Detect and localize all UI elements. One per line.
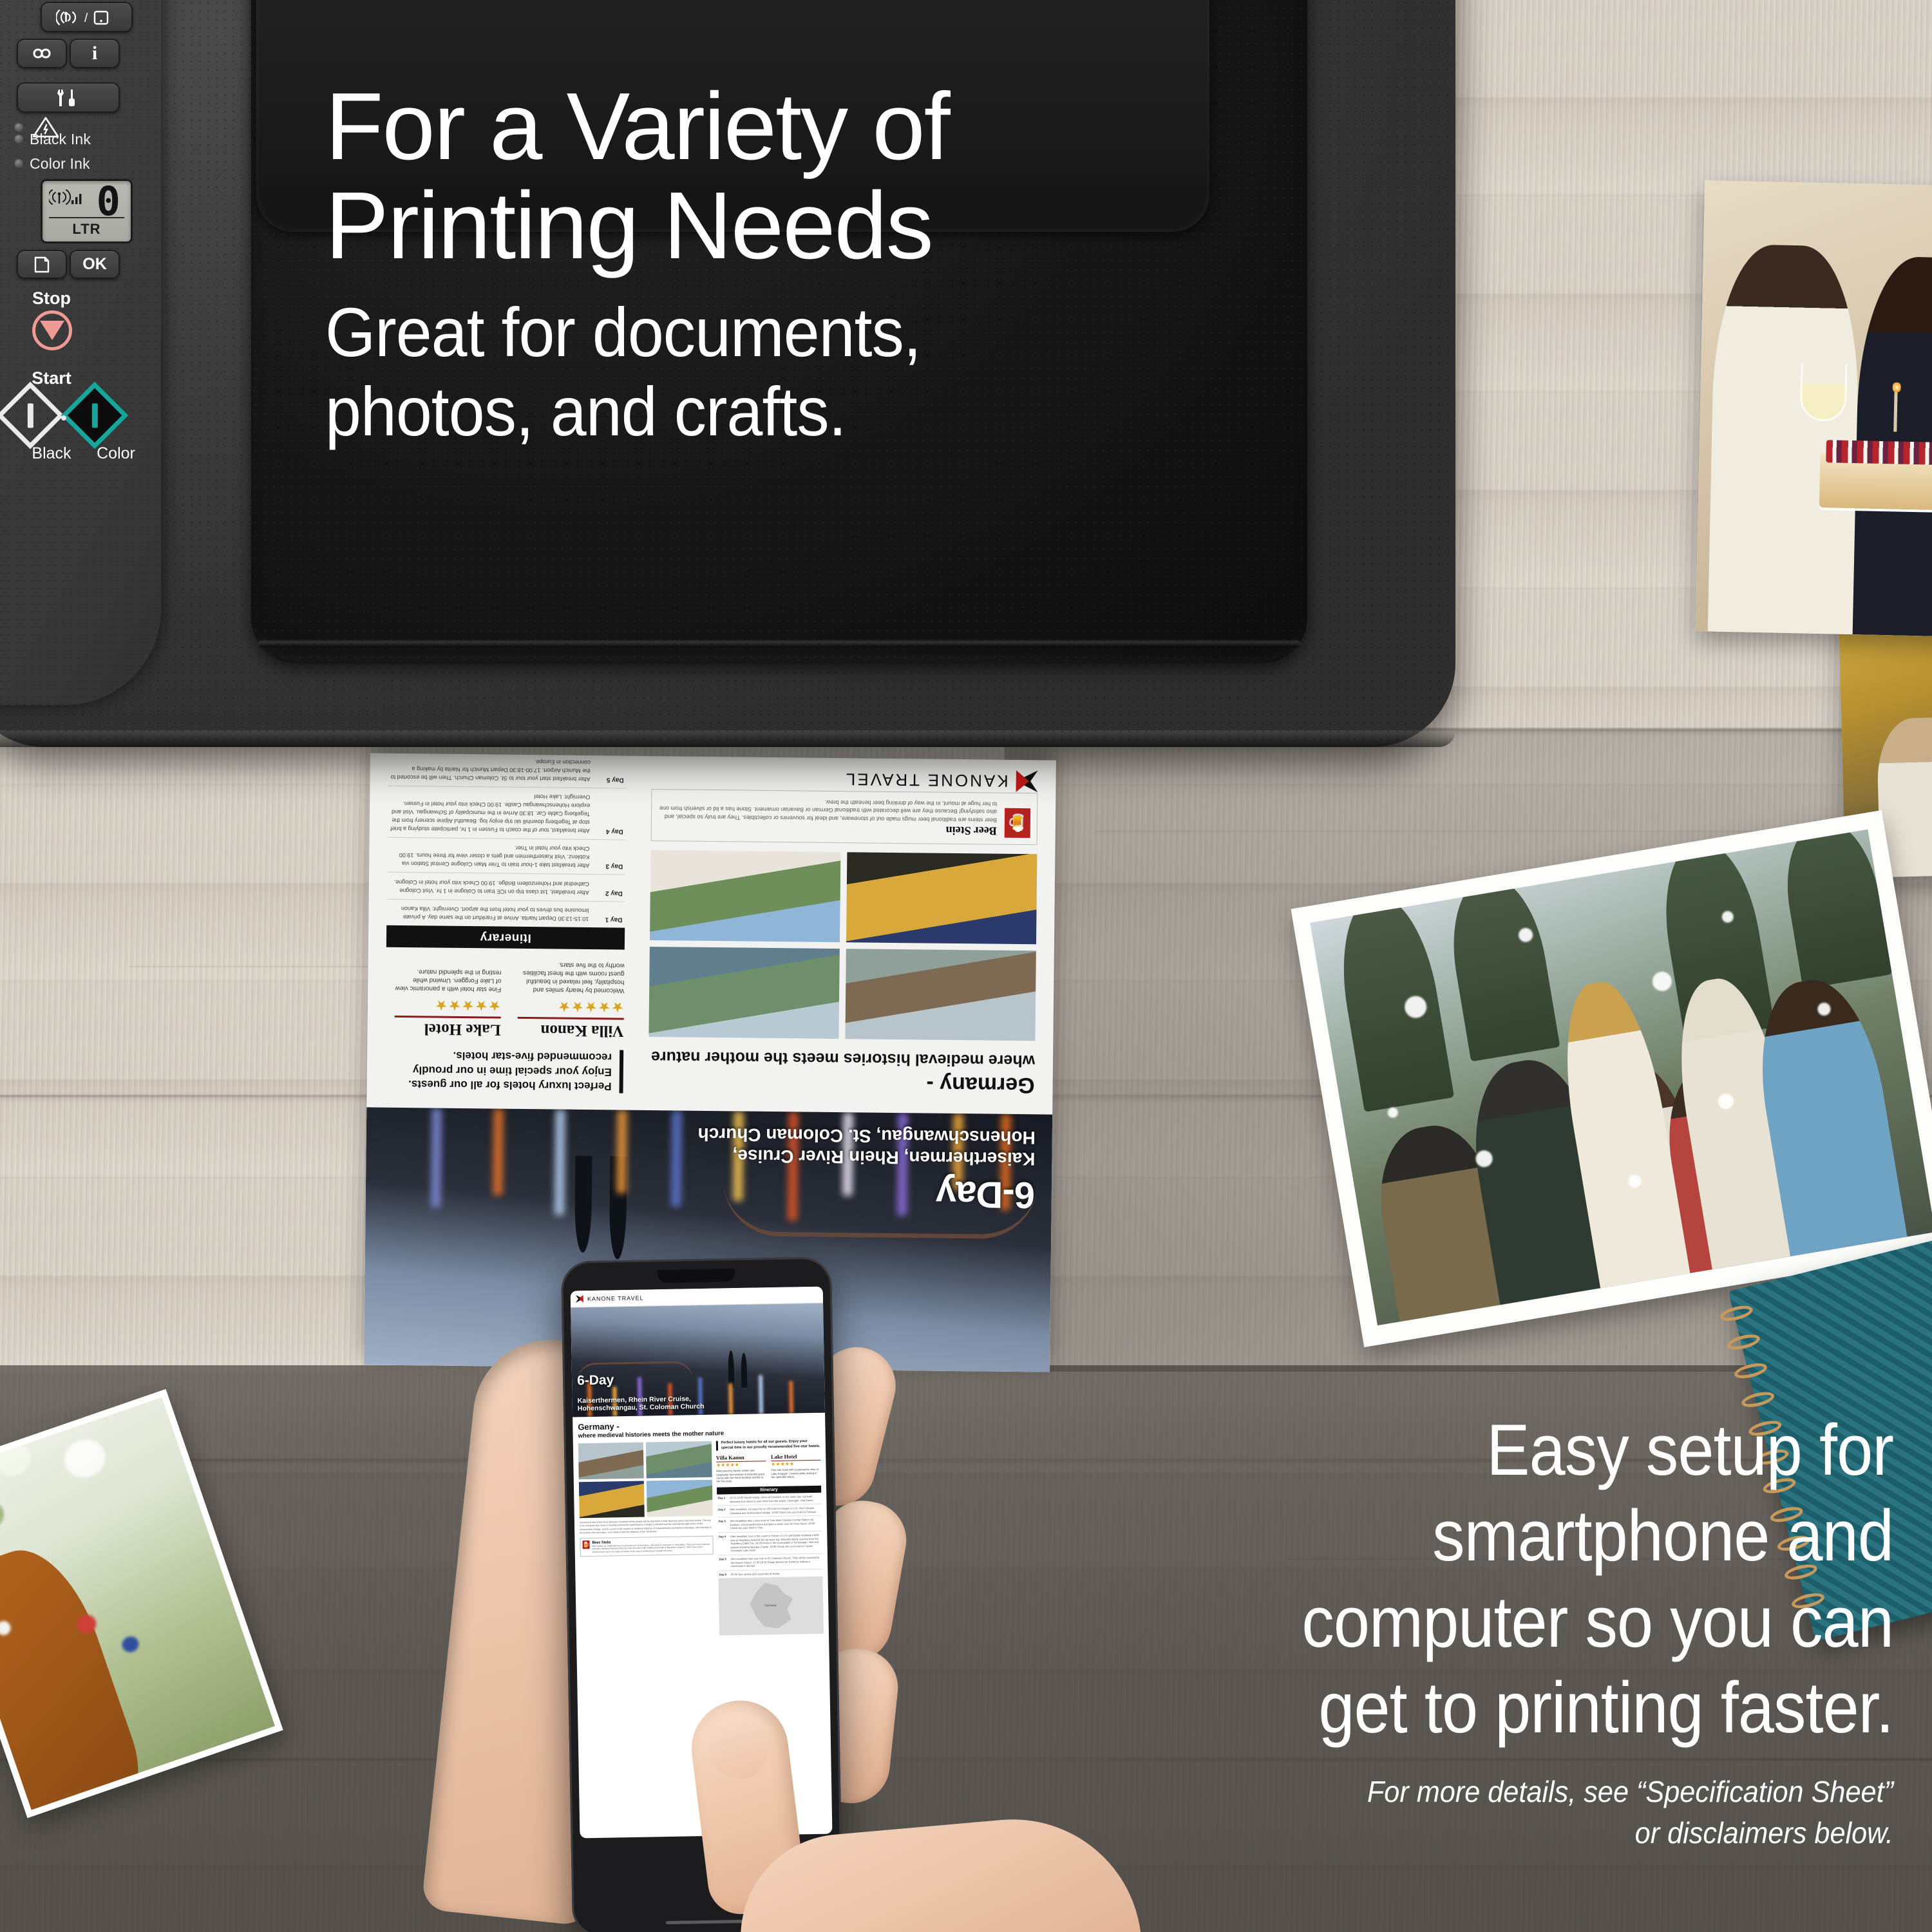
hotel-stars: ★★★★★ — [434, 997, 502, 1014]
itinerary-row: Day 1 10:15-13:30 Depart Narita. Arrive a… — [386, 898, 625, 928]
disclaimer-line-2: or disclaimers below. — [1634, 1815, 1893, 1850]
phone-hotels: Villa Kanon ★★★★★ Welcomed by hearty smi… — [715, 1452, 821, 1484]
itinerary-row: Day 5 After breakfast start your tour to … — [717, 1553, 823, 1571]
ok-button[interactable]: OK — [70, 250, 120, 279]
black-ink-indicator — [14, 134, 24, 144]
hotel-card: Villa Kanon ★★★★★ Welcomed by hearty smi… — [715, 1454, 766, 1484]
tagline-line-1: Easy setup for — [1486, 1410, 1894, 1490]
tagline-line-3: computer so you can — [1302, 1581, 1894, 1662]
black-ink-label: Black Ink — [30, 131, 91, 147]
thumbnail — [704, 1709, 774, 1783]
hotel-blurb: Welcomed by hearty smiles and hospitalit… — [523, 961, 625, 994]
itinerary-row: Day 4 After breakfast, tour of the coach … — [387, 785, 627, 840]
maintenance-tools-icon — [57, 89, 75, 106]
phone-beer-box: 🍺 Beer Stein Beer steins are traditional… — [580, 1535, 714, 1557]
disclaimer-line-1: For more details, see “Specification She… — [1367, 1775, 1893, 1809]
printer-lid-groove — [258, 641, 1301, 647]
ok-button-label: OK — [82, 255, 107, 273]
beer-text: Beer steins are traditional beer mugs ma… — [659, 799, 998, 824]
color-ink-indicator — [14, 158, 24, 168]
lcd-copies-value: 0 — [96, 178, 120, 225]
led-icon — [14, 134, 24, 144]
brochure-hero-title: 6-Day — [936, 1173, 1036, 1217]
loop-icon — [33, 48, 51, 59]
phone-body: Germany - where medieval histories meets… — [573, 1413, 829, 1643]
wireless-device-button[interactable]: / — [41, 2, 133, 32]
main-headline: For a Variety of Printing Needs Great fo… — [325, 77, 1240, 451]
brochure-brand: KANONE TRAVEL — [844, 768, 1038, 792]
stop-button[interactable] — [32, 310, 72, 350]
hotel-stars: ★★★★★ — [557, 998, 625, 1016]
paper-select-button[interactable] — [17, 250, 67, 279]
wireless-device-icon: / — [55, 9, 108, 25]
wifi-antenna-icon — [49, 189, 82, 205]
itinerary-row: Day 3 After breakfast take 1-hour train t… — [387, 837, 626, 875]
alarm-indicator — [14, 122, 24, 132]
info-button[interactable]: i — [70, 39, 120, 68]
tagline-line-2: smartphone and — [1432, 1495, 1894, 1577]
brochure-thumbnails — [649, 850, 1037, 1041]
itinerary-title: Itinerary — [386, 925, 625, 950]
led-icon — [14, 122, 24, 132]
brochure-beer-box: 🍺 Beer Stein Beer steins are traditional… — [650, 789, 1038, 846]
brochure-hotels: Villa Kanon ★★★★★ Welcomed by hearty smi… — [385, 958, 625, 1040]
headline-line-2: Printing Needs — [325, 172, 934, 279]
kanone-logo-icon — [576, 1295, 583, 1303]
start-color-label: Color — [97, 444, 135, 462]
hotel-blurb: Fine star hotel with a panoramic view of… — [395, 967, 502, 993]
loop-button[interactable] — [17, 39, 67, 68]
phone-thumbnails — [578, 1441, 713, 1519]
beer-stein-icon: 🍺 — [1004, 808, 1031, 838]
start-color-button[interactable] — [61, 381, 129, 450]
hotel-name: Lake Hotel — [394, 1015, 501, 1039]
headline-sub-2: photos, and crafts. — [325, 372, 847, 450]
phone-quote: Perfect luxury hotels for all our guests… — [715, 1439, 821, 1451]
kanone-logo-icon — [1016, 770, 1037, 792]
itinerary-row: Day 5 After breakfast start your tour to … — [388, 753, 627, 788]
color-ink-label: Color Ink — [30, 155, 90, 172]
stop-icon — [32, 310, 72, 350]
phone-home-indicator — [665, 1919, 750, 1925]
start-label: Start — [32, 368, 71, 388]
itinerary-row: Day 4 After breakfast, tour of the coach … — [717, 1531, 822, 1556]
phone-hero-title: 6-Day — [576, 1372, 614, 1388]
stop-label: Stop — [32, 289, 71, 308]
brand-text: KANONE TRAVEL — [844, 770, 1009, 791]
lcd-paper-size: LTR — [72, 221, 101, 237]
headline-sub-1: Great for documents, — [325, 292, 922, 371]
separator-dot — [61, 415, 66, 421]
itinerary-row: Day 3 After breakfast take 1-hour train t… — [717, 1516, 822, 1533]
hotel-card: Lake Hotel ★★★★★ Fine star hotel with a … — [394, 959, 502, 1039]
tagline-block: Easy setup for smartphone and computer s… — [889, 1407, 1894, 1853]
tagline-line-4: get to printing faster. — [1318, 1667, 1894, 1748]
paper-select-icon — [34, 256, 50, 272]
led-icon — [14, 158, 24, 168]
brochure-quote: Perfect luxury hotels for all our guests… — [384, 1047, 624, 1094]
brochure-hero-subtitle: Kaiserthermen, Rhein River Cruise, Hohen… — [697, 1124, 1036, 1170]
info-icon: i — [91, 43, 98, 64]
phone-hero-subtitle: Kaiserthermen, Rhein River Cruise, Hohen… — [577, 1395, 705, 1413]
phone-germany-map: Germany — [718, 1577, 824, 1636]
start-black-button[interactable] — [0, 381, 64, 450]
itinerary-row: Day 2 After breakfast, 1st class trip on … — [386, 872, 626, 902]
hotel-card: Villa Kanon ★★★★★ Welcomed by hearty smi… — [517, 960, 625, 1040]
brochure-right-column: Perfect luxury hotels for all our guests… — [384, 753, 627, 1094]
couple-birthday-photo — [1695, 180, 1932, 638]
hotel-card: Lake Hotel ★★★★★ Fine star hotel with a … — [770, 1452, 821, 1482]
headline-line-1: For a Variety of — [325, 73, 951, 180]
app-bar-title: KANONE TRAVEL — [587, 1294, 644, 1302]
phone-body-text: Germany is one of the most attractive co… — [579, 1519, 712, 1535]
printer-lcd-display: 0 LTR — [41, 179, 133, 243]
beer-stein-icon: 🍺 — [582, 1540, 590, 1549]
phone-notch — [658, 1269, 735, 1283]
phone-hero: 6-Day Kaiserthermen, Rhein River Cruise,… — [571, 1303, 826, 1417]
svg-text:/: / — [84, 12, 88, 25]
maintenance-button[interactable] — [17, 82, 120, 113]
start-diamond-icon — [61, 381, 129, 450]
hotel-name: Villa Kanon — [517, 1016, 624, 1040]
